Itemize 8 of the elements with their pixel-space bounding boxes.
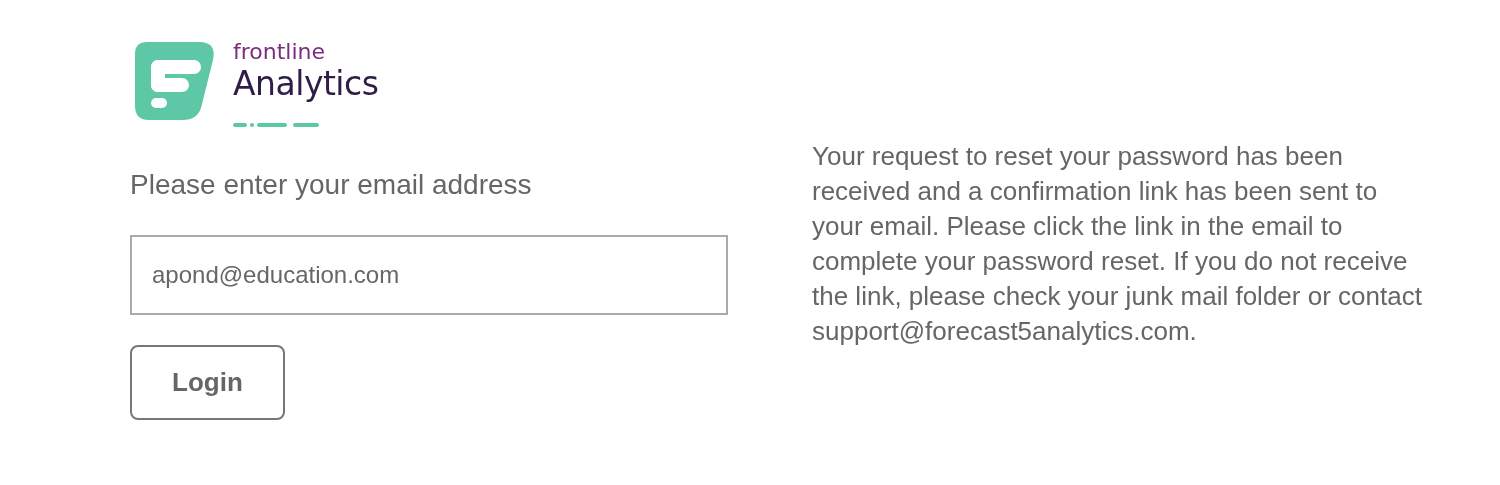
dash-line-icon — [233, 122, 319, 128]
reset-confirmation-message: Your request to reset your password has been received and a confirmation link has been sent to your email. Please click the link in the email to complete your password reset. If you do not receive the link, please check your junk mail folder or contact support@forecast5analytics.com. — [812, 140, 1423, 348]
logo-product-text: Analytics — [233, 64, 379, 104]
logo-brand-text: frontline — [233, 40, 327, 64]
logo-icon — [133, 40, 217, 122]
email-field[interactable]: apond@education.com — [130, 235, 728, 315]
email-label: Please enter your email address — [130, 168, 532, 202]
login-button[interactable]: Login — [130, 345, 285, 420]
